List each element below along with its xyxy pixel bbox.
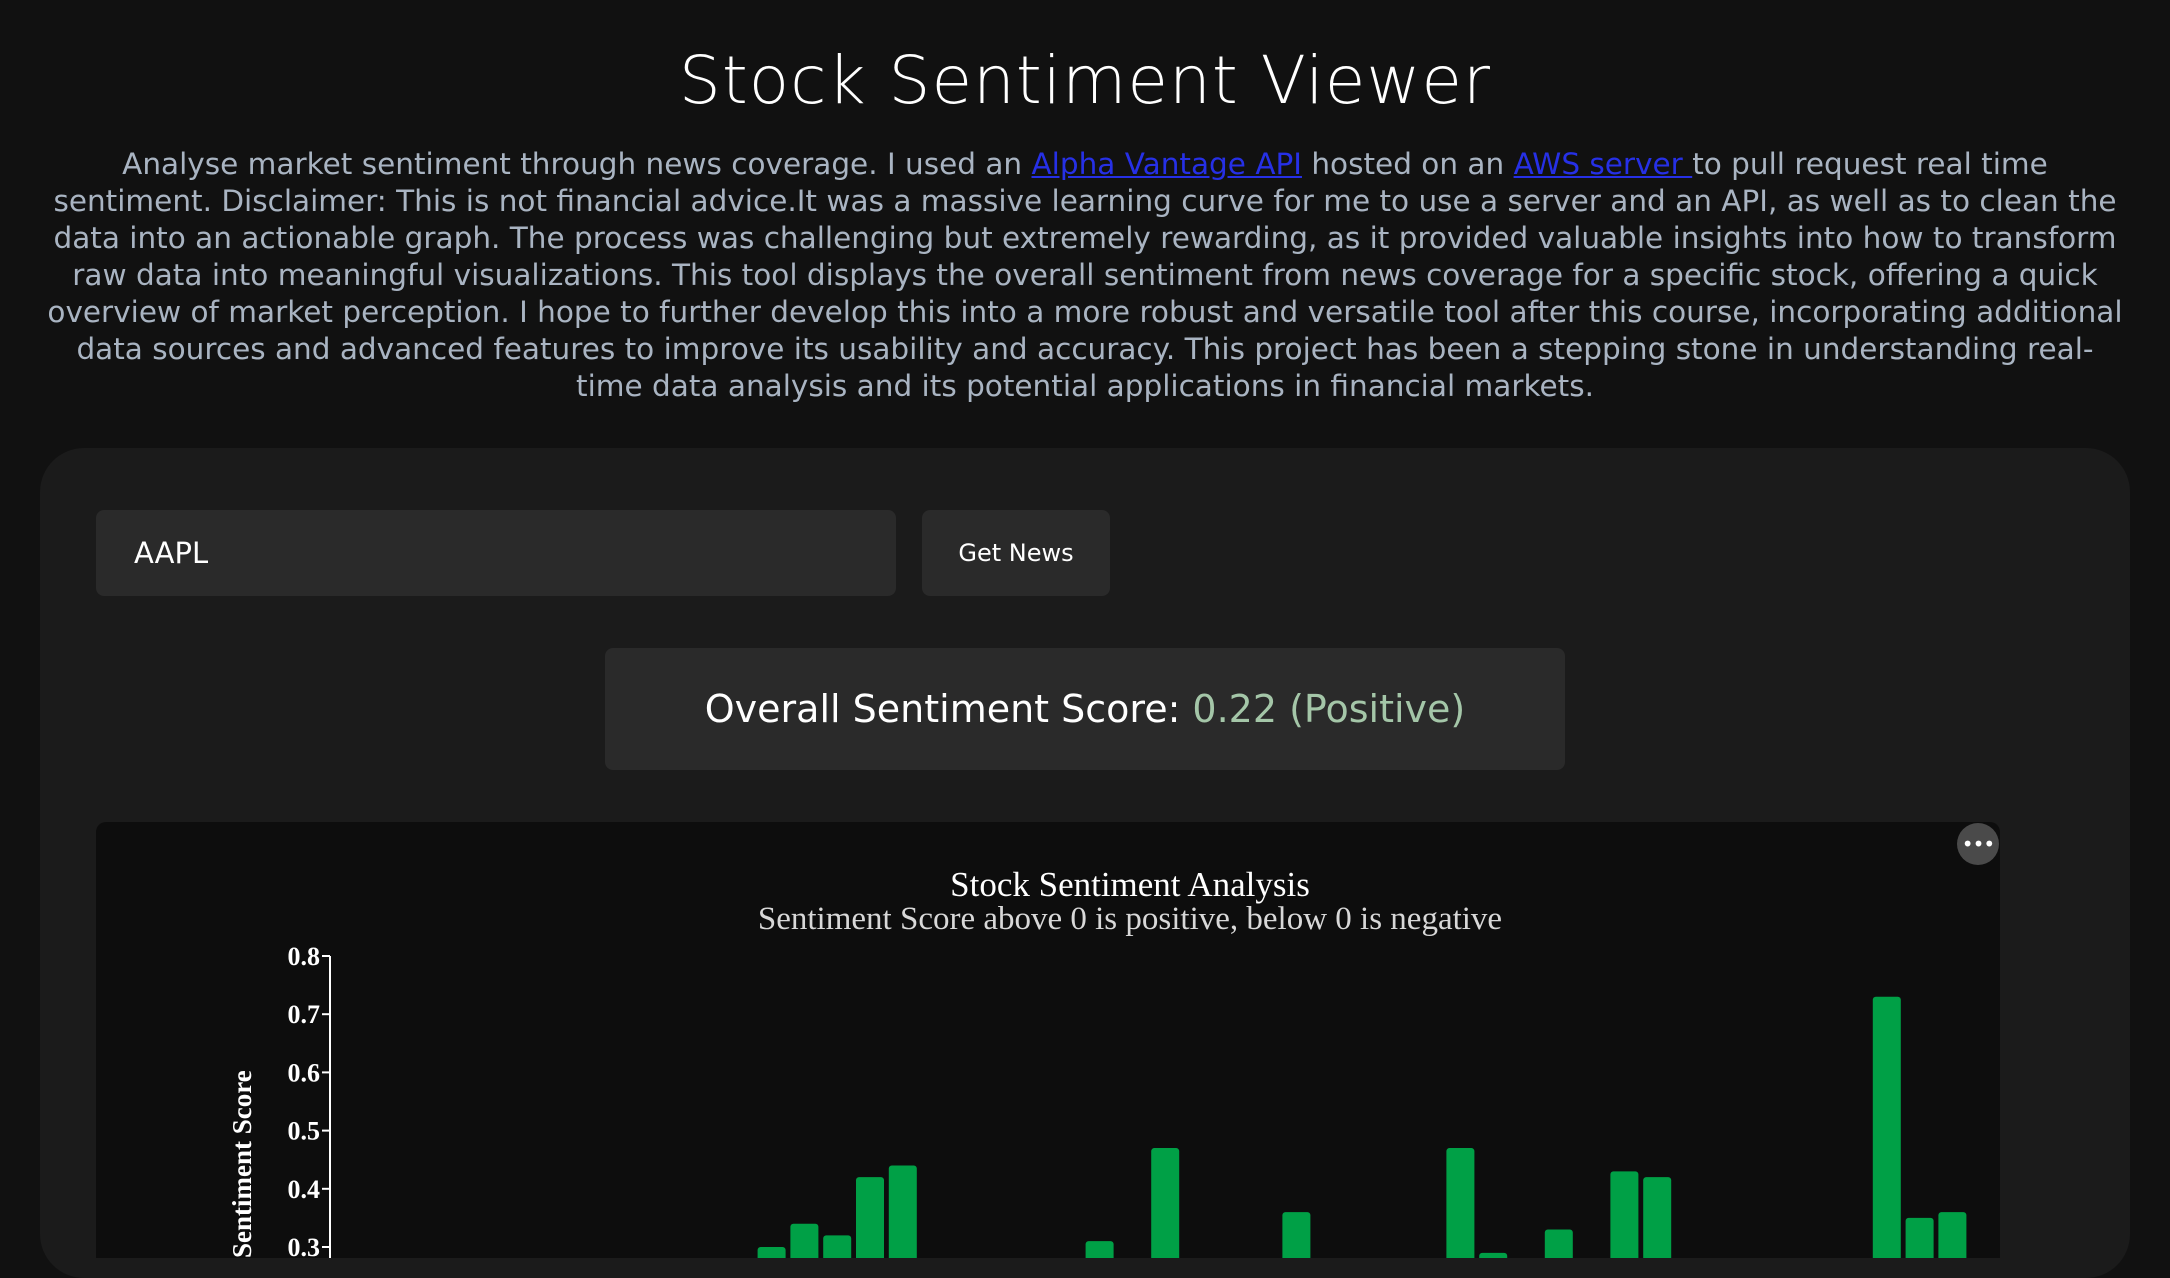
- bar[interactable]: [1643, 1177, 1672, 1258]
- sentiment-chart: Stock Sentiment Analysis Sentiment Score…: [227, 865, 1967, 1258]
- intro-text-3: to pull request real time sentiment. Dis…: [47, 147, 2123, 403]
- bar[interactable]: [1938, 1212, 1967, 1258]
- sentiment-score-box: Overall Sentiment Score: 0.22 (Positive): [605, 648, 1565, 770]
- get-news-button[interactable]: Get News: [922, 510, 1110, 596]
- more-horizontal-icon[interactable]: •••: [1957, 823, 1999, 865]
- chart-subtitle: Sentiment Score above 0 is positive, bel…: [758, 901, 1502, 937]
- bar[interactable]: [823, 1235, 852, 1258]
- y-tick-label: 0.6: [288, 1058, 321, 1087]
- bar[interactable]: [1544, 1229, 1573, 1258]
- bar[interactable]: [790, 1223, 819, 1258]
- chart-panel: Stock Sentiment Analysis Sentiment Score…: [96, 822, 2000, 1258]
- bar[interactable]: [1479, 1252, 1508, 1258]
- bar[interactable]: [1905, 1217, 1934, 1258]
- sentiment-score-label: Overall Sentiment Score:: [704, 687, 1181, 731]
- bar[interactable]: [757, 1247, 786, 1258]
- page-title: Stock Sentiment Viewer: [678, 42, 1492, 119]
- y-tick-label: 0.8: [288, 942, 321, 971]
- bar[interactable]: [1085, 1241, 1114, 1258]
- bar[interactable]: [1151, 1148, 1180, 1258]
- bar[interactable]: [856, 1177, 884, 1258]
- ticker-input[interactable]: [96, 510, 896, 596]
- y-ticks: 0.8 0.7 0.6 0.5 0.4 0.3: [288, 942, 330, 1258]
- y-tick-label: 0.4: [288, 1175, 321, 1204]
- y-tick-label: 0.3: [288, 1233, 321, 1258]
- alpha-vantage-link[interactable]: Alpha Vantage API: [1032, 147, 1302, 181]
- y-tick-label: 0.5: [288, 1117, 321, 1146]
- intro-paragraph: Analyse market sentiment through news co…: [46, 146, 2124, 405]
- intro-text-1: Analyse market sentiment through news co…: [122, 147, 1032, 181]
- bar[interactable]: [1282, 1212, 1311, 1258]
- bar[interactable]: [888, 1165, 917, 1258]
- bar[interactable]: [1446, 1148, 1475, 1258]
- aws-server-link[interactable]: AWS server: [1514, 147, 1693, 181]
- intro-text-2: hosted on an: [1301, 147, 1514, 181]
- y-axis-label: Sentiment Score: [227, 1070, 257, 1258]
- bars: [757, 996, 1967, 1258]
- chart-title: Stock Sentiment Analysis: [950, 865, 1310, 904]
- bar[interactable]: [1610, 1171, 1639, 1258]
- sentiment-score-value: 0.22 (Positive): [1192, 687, 1466, 731]
- y-tick-label: 0.7: [288, 1000, 321, 1029]
- bar[interactable]: [1872, 996, 1901, 1258]
